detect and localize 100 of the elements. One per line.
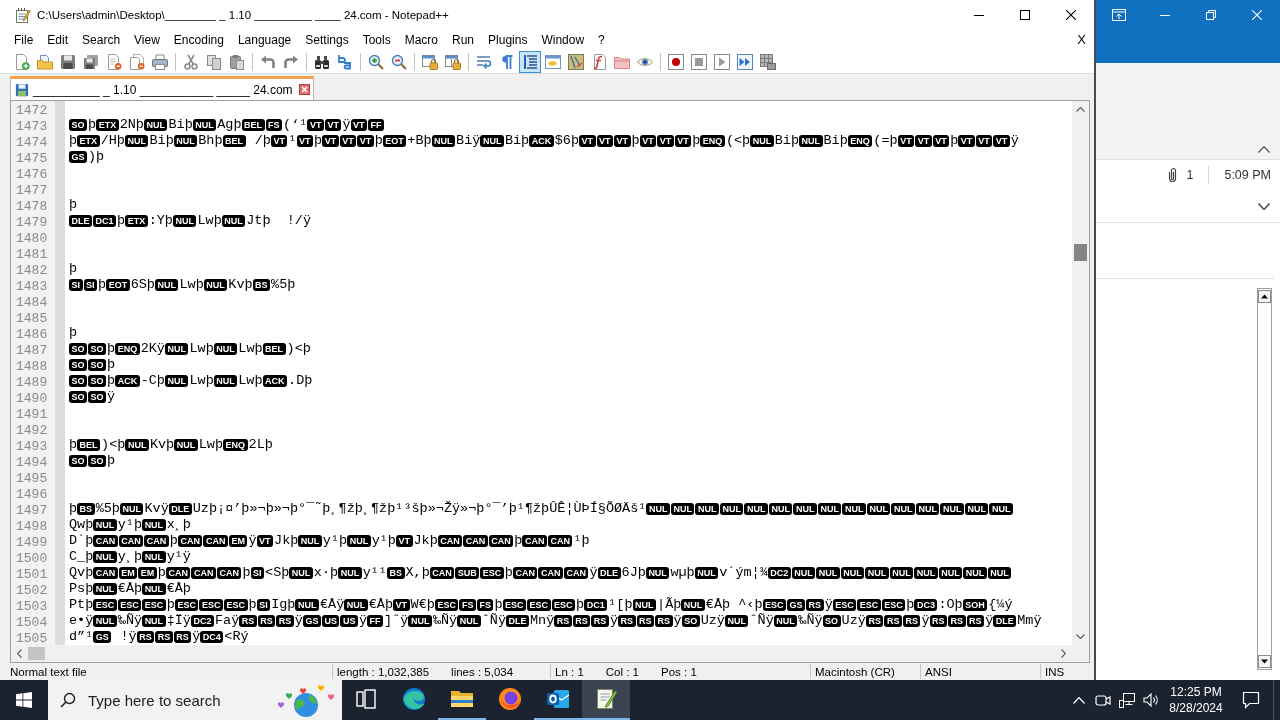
control-char: RS xyxy=(618,615,636,627)
control-char: VT xyxy=(393,599,410,611)
code-text: Agþ xyxy=(217,117,242,133)
control-char: VT xyxy=(639,135,657,147)
menu-item[interactable]: File xyxy=(7,31,41,49)
code-text: ÿ xyxy=(342,117,351,133)
menu-item[interactable]: Encoding xyxy=(166,31,231,49)
control-char: BEL xyxy=(241,119,265,131)
vertical-scrollbar[interactable] xyxy=(1072,101,1089,645)
close-icon[interactable] xyxy=(298,84,310,95)
code-text: þ xyxy=(494,597,503,613)
line-number: 1494 xyxy=(16,454,48,470)
code-text: €Åÿ xyxy=(319,597,345,613)
code-text: |Ãþ xyxy=(657,597,682,613)
menu-item[interactable]: Edit xyxy=(40,31,76,49)
document-tab[interactable]: __________ _ 1.10 ___________ _____ 24.com xyxy=(10,76,314,100)
code-text: þ xyxy=(504,565,513,581)
status-text: Macintosh (CR) xyxy=(815,665,895,678)
control-char: NUL xyxy=(646,503,670,515)
menu-item[interactable]: Tools xyxy=(355,31,398,49)
control-char: NUL xyxy=(338,567,362,579)
menu-item[interactable]: View xyxy=(127,31,167,49)
scrollbar-thumb[interactable] xyxy=(1074,244,1087,261)
chevron-down-icon[interactable] xyxy=(1258,202,1270,210)
control-char: NUL xyxy=(889,567,914,579)
status-text: INS xyxy=(1045,665,1065,678)
status-text: Normal text file xyxy=(10,665,87,678)
code-text: <Rý xyxy=(224,629,249,645)
tab-label: __________ _ 1.10 ___________ _____ 24.com xyxy=(33,82,293,97)
control-char: NUL xyxy=(192,119,217,131)
scrollbar-thumb[interactable] xyxy=(28,647,45,660)
toolbar-button[interactable] xyxy=(519,50,541,73)
control-char: NUL xyxy=(93,583,117,595)
control-char: NUL xyxy=(865,567,889,579)
control-char: ACK xyxy=(529,135,554,147)
zoom-in-icon xyxy=(368,53,384,70)
chevron-up-icon[interactable] xyxy=(1258,146,1270,153)
code-text: þ xyxy=(631,133,640,149)
window-lock-icon xyxy=(422,53,438,70)
code-text: Mmÿ xyxy=(1017,613,1042,629)
control-char: SO xyxy=(822,615,841,627)
control-char: VT xyxy=(975,135,993,147)
floppy-disks-icon xyxy=(83,53,99,70)
control-char: NUL xyxy=(289,567,313,579)
menu-item[interactable]: Run xyxy=(445,31,482,49)
menu-item[interactable]: Window xyxy=(534,31,592,49)
control-char: NUL xyxy=(719,503,744,515)
control-char: ACK xyxy=(262,375,288,387)
line-number: 1492 xyxy=(16,422,48,438)
control-char: NUL xyxy=(915,503,940,515)
line-number: 1474 xyxy=(16,134,48,150)
search-bar[interactable]: Type here to search xyxy=(48,680,342,720)
control-char: NUL xyxy=(457,615,481,627)
line-number: 1490 xyxy=(16,390,48,406)
code-text: Uzÿ xyxy=(700,613,725,629)
code-text: %5þ xyxy=(271,277,296,293)
control-char: NUL xyxy=(93,551,117,563)
code-text: þ xyxy=(98,277,107,293)
close-document-button[interactable]: X xyxy=(1077,32,1086,48)
code-text: ˆÑÿ xyxy=(749,613,774,629)
control-char: SOH xyxy=(962,599,988,611)
control-char: DC4 xyxy=(200,631,224,643)
code-text: þ xyxy=(88,117,97,133)
clock-button[interactable]: 12:25 PM 8/28/2024 xyxy=(1163,680,1229,720)
menu-item[interactable]: Settings xyxy=(298,31,356,49)
status-text: length : 1,032,385 xyxy=(337,665,430,678)
control-char: SI xyxy=(69,279,83,291)
control-char: VT xyxy=(296,135,313,147)
control-char: NUL xyxy=(347,535,371,547)
code-text: ÿ xyxy=(248,533,257,549)
control-char: RS xyxy=(572,615,591,627)
code-text: ‰Ñÿ xyxy=(117,613,143,629)
menu-item[interactable]: Plugins xyxy=(481,31,535,49)
vertical-scrollbar[interactable] xyxy=(1257,288,1272,670)
status-text: lines : 5,034 xyxy=(451,665,514,678)
control-char: GS xyxy=(787,599,806,611)
control-char: ESC xyxy=(527,599,551,611)
code-text: Biþ xyxy=(774,133,799,149)
control-char: ESC xyxy=(551,599,576,611)
code-text: Jkþ xyxy=(274,533,299,549)
line-number: 1484 xyxy=(16,294,48,310)
control-char: DC2 xyxy=(190,615,214,627)
menu-item[interactable]: Macro xyxy=(397,31,445,49)
menu-item[interactable]: Language xyxy=(230,31,299,49)
code-text: W€þ xyxy=(410,597,435,613)
menu-item[interactable]: ? xyxy=(591,31,612,49)
menu-item[interactable]: Search xyxy=(75,31,128,49)
minimize-icon xyxy=(974,14,984,16)
control-char: NUL xyxy=(914,567,938,579)
search-field[interactable]: Type here to search xyxy=(86,685,260,715)
arrow-left-icon xyxy=(17,649,22,658)
taskbar-button[interactable] xyxy=(582,680,630,720)
line-number: 1487 xyxy=(16,342,48,358)
control-char: VT xyxy=(897,135,915,147)
control-char: VT xyxy=(256,535,274,547)
control-char: FS xyxy=(265,119,283,131)
code-text: þ xyxy=(906,597,915,613)
control-char: EM xyxy=(138,567,157,579)
code-text: þ xyxy=(374,133,383,149)
code-text: Mnÿ xyxy=(530,613,555,629)
